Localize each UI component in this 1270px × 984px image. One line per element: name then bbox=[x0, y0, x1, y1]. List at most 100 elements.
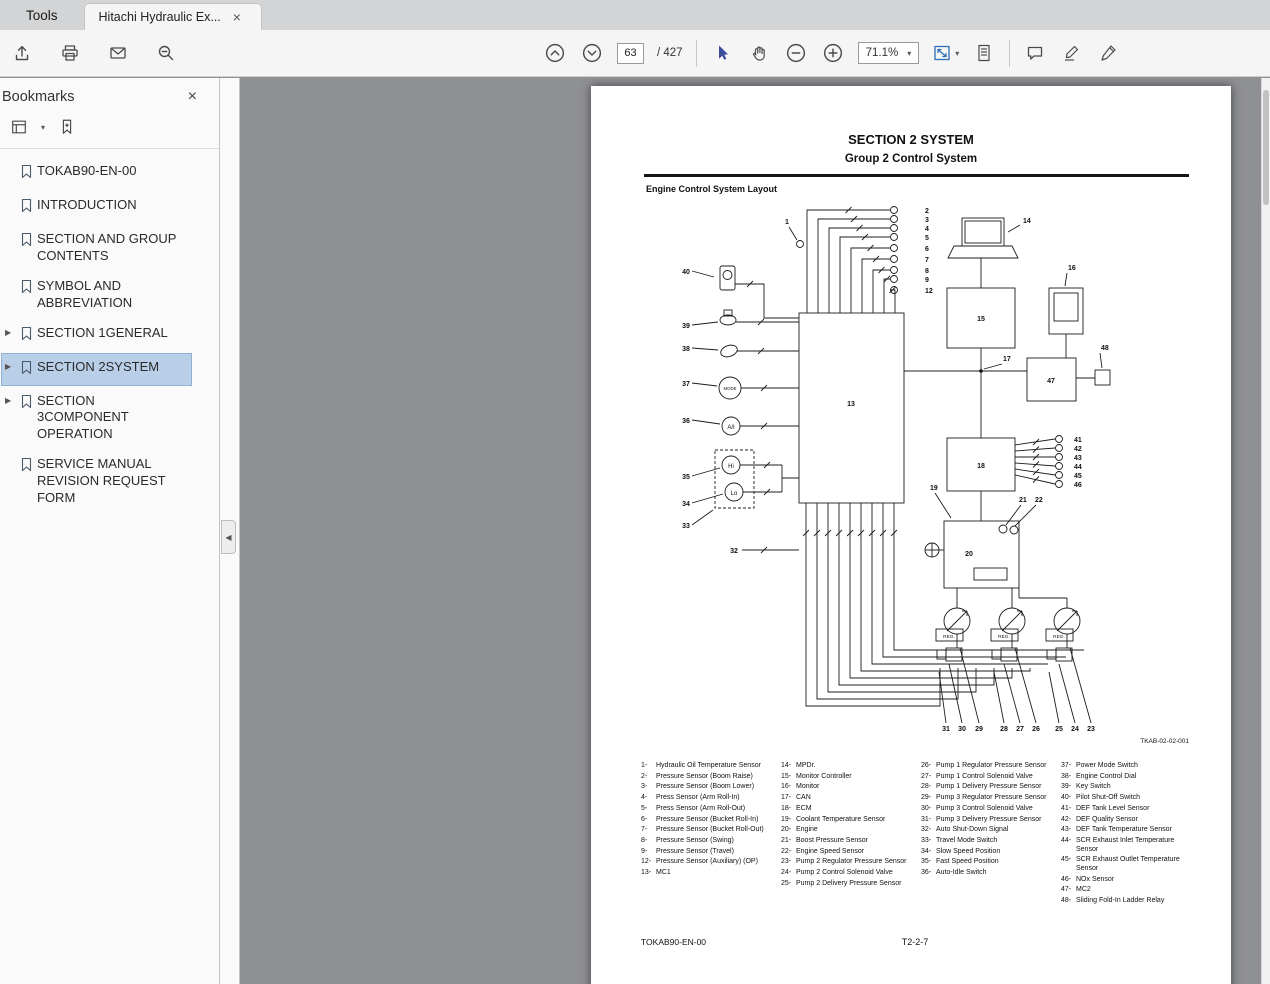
email-button[interactable] bbox=[106, 41, 130, 65]
vertical-scrollbar[interactable] bbox=[1261, 78, 1270, 984]
page-scrolling-button[interactable] bbox=[972, 41, 996, 65]
document-viewer[interactable]: SECTION 2 SYSTEM Group 2 Control System … bbox=[240, 78, 1261, 984]
legend-entry: 33-Travel Mode Switch bbox=[921, 837, 1058, 846]
diagram-label: 42 bbox=[1074, 446, 1082, 453]
legend-entry: 24-Pump 2 Control Solenoid Valve bbox=[781, 869, 918, 878]
comment-button[interactable] bbox=[1023, 41, 1047, 65]
tab-tools-label: Tools bbox=[26, 8, 58, 23]
chevron-down-icon[interactable]: ▾ bbox=[41, 123, 45, 132]
bookmark-icon bbox=[20, 325, 33, 346]
bookmark-item[interactable]: INTRODUCTION bbox=[2, 192, 191, 223]
bookmarks-header: Bookmarks × bbox=[0, 78, 219, 112]
legend-entry: 45-SCR Exhaust Outlet Temperature Sensor bbox=[1061, 856, 1198, 873]
legend-entry: 9-Pressure Sensor (Travel) bbox=[641, 848, 778, 857]
bookmark-item[interactable]: ▶SECTION 2SYSTEM bbox=[2, 354, 191, 385]
legend-entry: 16-Monitor bbox=[781, 783, 918, 792]
page-number-input[interactable] bbox=[617, 43, 644, 64]
legend-entry: 26-Pump 1 Regulator Pressure Sensor bbox=[921, 762, 1058, 771]
bookmark-item[interactable]: SYMBOL AND ABBREVIATION bbox=[2, 273, 191, 317]
diagram-label: 23 bbox=[1087, 726, 1095, 733]
bookmark-icon bbox=[20, 456, 33, 477]
diagram-label: 45 bbox=[1074, 473, 1082, 480]
email-icon bbox=[108, 43, 128, 63]
bookmark-item[interactable]: SECTION AND GROUP CONTENTS bbox=[2, 226, 191, 270]
diagram-label: MODE bbox=[724, 386, 737, 391]
expand-caret-icon[interactable]: ▶ bbox=[5, 393, 16, 405]
toolbar-divider bbox=[696, 40, 697, 67]
bookmark-item[interactable]: ▶ SECTION 3COMPONENT OPERATION bbox=[2, 388, 191, 449]
legend-entry: 3-Pressure Sensor (Boom Lower) bbox=[641, 783, 778, 792]
diagram-label: 9 bbox=[925, 277, 929, 284]
select-tool-button[interactable] bbox=[710, 41, 734, 65]
diagram-label: 47 bbox=[1047, 378, 1055, 385]
bookmark-item[interactable]: SERVICE MANUAL REVISION REQUEST FORM bbox=[2, 451, 191, 512]
diagram-label: 4 bbox=[925, 226, 929, 233]
tab-tools[interactable]: Tools bbox=[0, 0, 84, 30]
diagram-label: 3 bbox=[925, 217, 929, 224]
zoom-level-select[interactable]: 71.1% ▾ bbox=[858, 42, 920, 64]
diagram-label: 16 bbox=[1068, 265, 1076, 272]
hand-tool-icon bbox=[749, 43, 769, 63]
page-count-label: / 427 bbox=[657, 47, 683, 59]
diagram-label: 26 bbox=[1032, 726, 1040, 733]
title-rule bbox=[644, 174, 1189, 177]
tab-document[interactable]: Hitachi Hydraulic Ex... × bbox=[84, 3, 262, 30]
zoom-out-button[interactable] bbox=[784, 41, 808, 65]
diagram-label: 32 bbox=[730, 548, 738, 555]
diagram-title: Engine Control System Layout bbox=[646, 184, 777, 194]
caret-spacer bbox=[5, 231, 16, 234]
diagram-label: REG. bbox=[943, 634, 955, 640]
diagram-label: 25 bbox=[1055, 726, 1063, 733]
print-button[interactable] bbox=[58, 41, 82, 65]
diagram-label: 21 bbox=[1019, 497, 1027, 504]
diagram-label: 33 bbox=[682, 523, 690, 530]
select-cursor-icon bbox=[712, 43, 732, 63]
diagram-label: 14 bbox=[1023, 218, 1031, 225]
diagram-label: 28 bbox=[1000, 726, 1008, 733]
legend-entry: 7-Pressure Sensor (Bucket Roll-Out) bbox=[641, 826, 778, 835]
toolbar-divider bbox=[1009, 40, 1010, 67]
tab-document-label: Hitachi Hydraulic Ex... bbox=[99, 10, 221, 24]
legend-entry: 29-Pump 3 Regulator Pressure Sensor bbox=[921, 794, 1058, 803]
expand-caret-icon[interactable]: ▶ bbox=[5, 325, 16, 337]
bookmark-label: SECTION AND GROUP CONTENTS bbox=[37, 231, 188, 265]
diagram-label: 44 bbox=[1074, 464, 1082, 471]
expand-current-bookmark-button[interactable] bbox=[55, 115, 79, 139]
legend-entry: 46-NOx Sensor bbox=[1061, 876, 1198, 885]
zoom-in-button[interactable] bbox=[821, 41, 845, 65]
legend-entry: 34-Slow Speed Position bbox=[921, 848, 1058, 857]
highlight-button[interactable] bbox=[1060, 41, 1084, 65]
bookmark-options-button[interactable] bbox=[7, 115, 31, 139]
diagram-label: REG. bbox=[1053, 634, 1065, 640]
diagram-label: 13 bbox=[847, 401, 855, 408]
hand-tool-button[interactable] bbox=[747, 41, 771, 65]
previous-page-button[interactable] bbox=[543, 41, 567, 65]
legend-entry: 12-Pressure Sensor (Auxiliary) (OP) bbox=[641, 858, 778, 867]
engine-control-diagram: 1234567891214161517474813184142434445461… bbox=[644, 198, 1189, 753]
marquee-zoom-button[interactable] bbox=[154, 41, 178, 65]
legend-entry: 36-Auto-Idle Switch bbox=[921, 869, 1058, 878]
tab-close-icon[interactable]: × bbox=[233, 10, 241, 24]
close-panel-icon[interactable]: × bbox=[188, 88, 197, 106]
share-button[interactable] bbox=[10, 41, 34, 65]
legend-entry: 13-MC1 bbox=[641, 869, 778, 878]
legend-entry: 48-Sliding Fold-In Ladder Relay bbox=[1061, 897, 1198, 906]
tab-bar: Tools Hitachi Hydraulic Ex... × bbox=[0, 0, 1270, 30]
diagram-label: 43 bbox=[1074, 455, 1082, 462]
diagram-label: 38 bbox=[682, 346, 690, 353]
scrollbar-thumb[interactable] bbox=[1263, 90, 1269, 205]
next-page-button[interactable] bbox=[580, 41, 604, 65]
legend-entry: 22-Engine Speed Sensor bbox=[781, 848, 918, 857]
fit-width-icon bbox=[932, 43, 952, 63]
fit-width-button[interactable]: ▾ bbox=[932, 43, 959, 63]
bookmark-item[interactable]: TOKAB90-EN-00 bbox=[2, 158, 191, 189]
sidebar-collapse-handle[interactable]: ◀ bbox=[221, 520, 236, 554]
fill-sign-button[interactable] bbox=[1097, 41, 1121, 65]
legend-entry: 27-Pump 1 Control Solenoid Valve bbox=[921, 773, 1058, 782]
bookmarks-title: Bookmarks bbox=[2, 89, 75, 105]
diagram-label: 40 bbox=[682, 269, 690, 276]
bookmark-label: SECTION 3COMPONENT OPERATION bbox=[37, 393, 188, 444]
bookmark-item[interactable]: ▶SECTION 1GENERAL bbox=[2, 320, 191, 351]
legend: 1-Hydraulic Oil Temperature Sensor2-Pres… bbox=[641, 762, 1198, 908]
expand-caret-icon[interactable]: ▶ bbox=[5, 359, 16, 371]
